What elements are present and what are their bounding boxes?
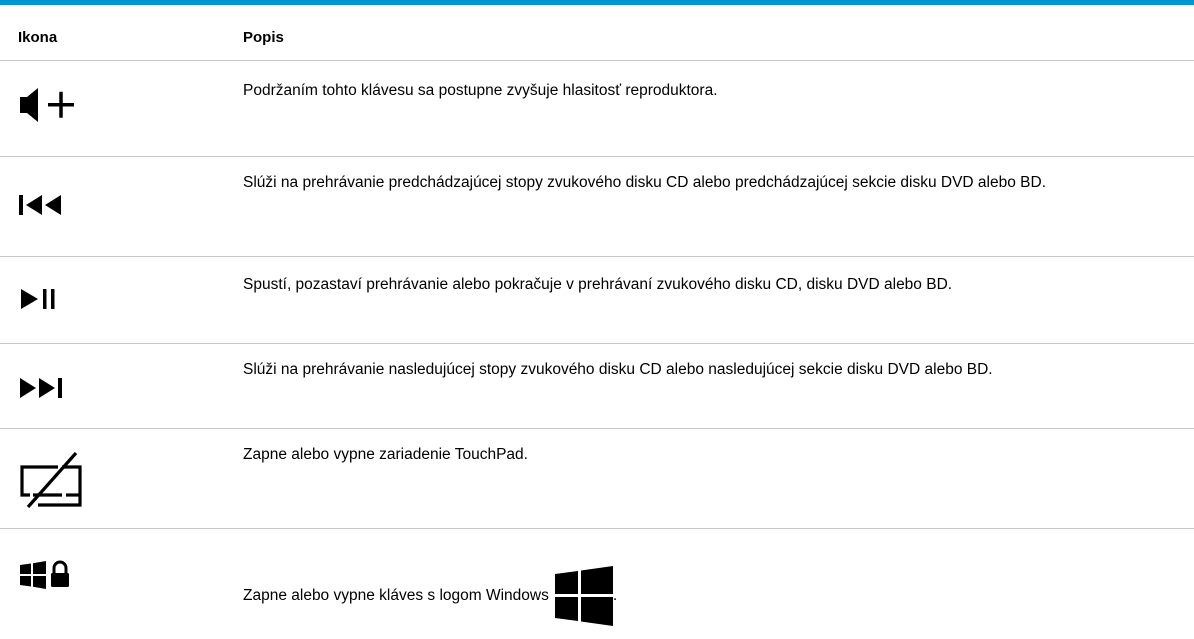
table-row: Zapne alebo vypne kláves s logom Windows… (0, 529, 1194, 639)
row-description: Zapne alebo vypne zariadenie TouchPad. (243, 446, 528, 463)
table-row: Slúži na prehrávanie predchádzajúcej sto… (0, 157, 1194, 257)
row-description: Podržaním tohto klávesu sa postupne zvyš… (243, 82, 718, 99)
touchpad-off-icon (20, 451, 82, 509)
previous-track-icon (19, 195, 61, 215)
table-row: Podržaním tohto klávesu sa postupne zvyš… (0, 61, 1194, 157)
header-icon-column: Ikona (18, 29, 58, 46)
table-row: Slúži na prehrávanie nasledujúcej stopy … (0, 344, 1194, 429)
row-description-text: Zapne alebo vypne kláves s logom Windows (243, 587, 549, 605)
volume-up-icon (20, 88, 74, 122)
play-pause-icon (21, 289, 55, 309)
next-track-icon (20, 378, 62, 398)
row-description: Slúži na prehrávanie predchádzajúcej sto… (243, 174, 1047, 191)
row-description: Slúži na prehrávanie nasledujúcej stopy … (243, 361, 993, 378)
windows-lock-icon (20, 560, 69, 589)
table-header: Ikona Popis (0, 5, 1194, 61)
table-row: Spustí, pozastaví prehrávanie alebo pokr… (0, 257, 1194, 344)
windows-logo-icon (554, 566, 613, 626)
header-description-column: Popis (243, 29, 284, 46)
row-description-suffix: . (612, 587, 618, 605)
table-row: Zapne alebo vypne zariadenie TouchPad. (0, 429, 1194, 529)
row-description: Spustí, pozastaví prehrávanie alebo pokr… (243, 276, 953, 293)
row-description: Zapne alebo vypne kláves s logom Windows… (243, 565, 1183, 627)
